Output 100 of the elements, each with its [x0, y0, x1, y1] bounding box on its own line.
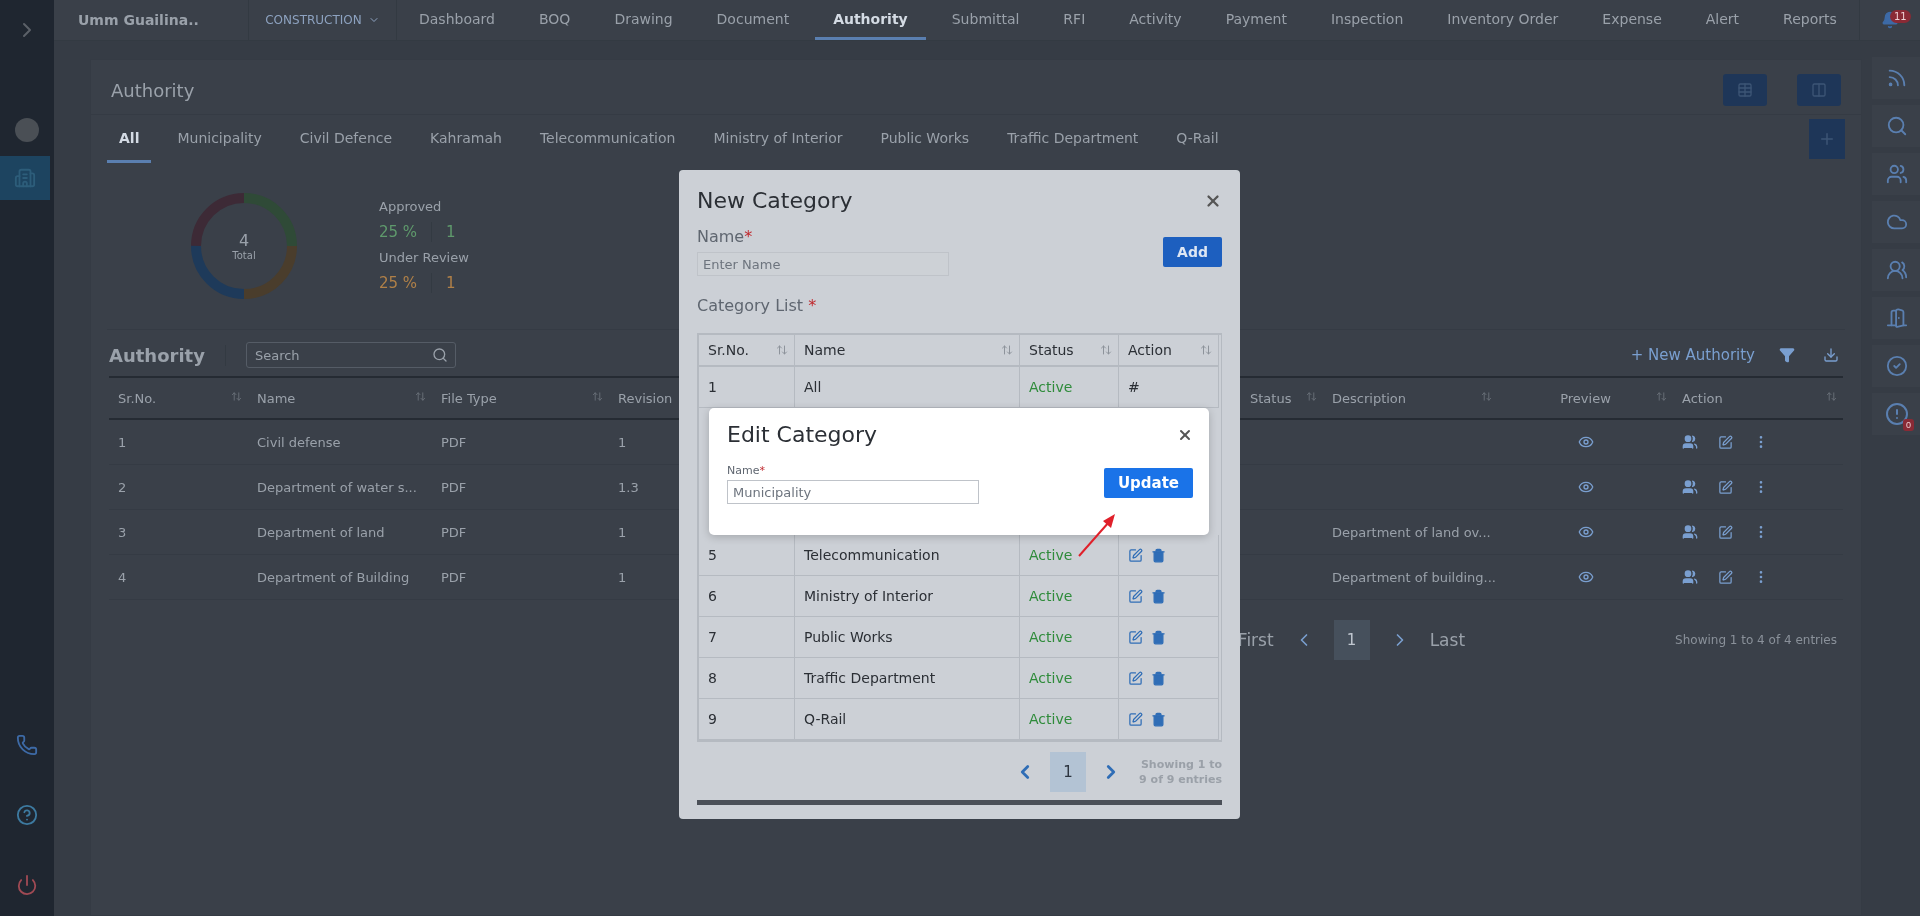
door-icon[interactable]	[1886, 307, 1908, 329]
update-button[interactable]: Update	[1103, 468, 1193, 498]
nav-tab[interactable]: Drawing	[596, 0, 691, 40]
sort-icon[interactable]	[776, 344, 788, 356]
nav-tab[interactable]: Submittal	[933, 0, 1038, 40]
sort-icon[interactable]	[592, 391, 603, 402]
column-header[interactable]: Sr.No.	[109, 376, 248, 420]
column-header[interactable]: Name	[795, 335, 1020, 367]
sort-icon[interactable]	[231, 391, 242, 402]
delete-icon[interactable]	[1151, 670, 1166, 686]
rss-icon[interactable]	[1886, 67, 1908, 89]
column-header[interactable]: Action	[1119, 335, 1219, 367]
nav-tab[interactable]: Expense	[1584, 0, 1680, 40]
table-cell: Department of land ov...	[1323, 510, 1498, 555]
edit-icon[interactable]	[1128, 547, 1143, 563]
users-icon[interactable]	[1682, 569, 1698, 585]
check-circle-icon[interactable]	[1886, 355, 1908, 377]
last-page-link[interactable]: Last	[1429, 630, 1466, 650]
column-header[interactable]: Description	[1323, 376, 1498, 420]
search-icon[interactable]	[1886, 115, 1908, 137]
power-icon[interactable]	[16, 874, 38, 896]
module-dropdown[interactable]: CONSTRUCTION	[249, 0, 397, 40]
delete-icon[interactable]	[1151, 588, 1166, 604]
category-tab[interactable]: Traffic Department	[995, 115, 1151, 163]
sort-icon[interactable]	[1826, 391, 1837, 402]
total-label: Total	[232, 250, 256, 261]
edit-icon[interactable]	[1718, 569, 1733, 585]
column-header[interactable]: Status	[1020, 335, 1119, 367]
eye-icon[interactable]	[1577, 479, 1594, 495]
edit-icon[interactable]	[1718, 524, 1733, 540]
table-cell: Department of water s...	[248, 465, 432, 510]
nav-tab[interactable]: Authority	[815, 0, 926, 40]
category-tab[interactable]: Telecommunication	[527, 115, 688, 163]
category-tab[interactable]: Municipality	[165, 115, 274, 163]
category-tab[interactable]: Public Works	[868, 115, 982, 163]
column-header[interactable]: Name	[248, 376, 432, 420]
sort-icon[interactable]	[415, 391, 426, 402]
eye-icon[interactable]	[1577, 524, 1594, 540]
edit-icon[interactable]	[1128, 588, 1143, 604]
sort-icon[interactable]	[1656, 391, 1667, 402]
edit-icon[interactable]	[1128, 670, 1143, 686]
nav-tab[interactable]: BOQ	[520, 0, 589, 40]
category-tab[interactable]: Q-Rail	[1164, 115, 1231, 163]
columns-icon	[1811, 82, 1827, 98]
edit-icon[interactable]	[1718, 479, 1733, 495]
status-text: Active	[1020, 576, 1119, 617]
delete-icon[interactable]	[1151, 547, 1166, 563]
column-header[interactable]: Sr.No.	[699, 335, 795, 367]
category-tab[interactable]: Civil Defence	[287, 115, 405, 163]
delete-icon[interactable]	[1151, 711, 1166, 727]
sort-icon[interactable]	[1200, 344, 1212, 356]
column-header[interactable]: Action	[1673, 376, 1843, 420]
page-number[interactable]: 1	[1333, 620, 1370, 660]
category-tab[interactable]: Kahramah	[418, 115, 514, 163]
users-icon[interactable]	[1682, 434, 1698, 450]
nav-tab[interactable]: Dashboard	[401, 0, 513, 40]
eye-icon[interactable]	[1577, 434, 1594, 450]
add-button[interactable]: Add	[1163, 237, 1222, 267]
sort-icon[interactable]	[1481, 391, 1492, 402]
edit-icon[interactable]	[1128, 711, 1143, 727]
notification-button[interactable]: 11	[1859, 0, 1920, 40]
phone-icon[interactable]	[16, 734, 38, 756]
table-cell: 8	[699, 658, 795, 699]
users-icon[interactable]	[1886, 163, 1908, 185]
table-cell: 5	[699, 535, 795, 576]
sort-icon[interactable]	[1001, 344, 1013, 356]
alert-button[interactable]: 0	[1872, 393, 1920, 435]
nav-tab[interactable]: RFI	[1045, 0, 1104, 40]
help-icon[interactable]	[16, 804, 38, 826]
category-tab[interactable]: Ministry of Interior	[701, 115, 855, 163]
sort-icon[interactable]	[1100, 344, 1112, 356]
nav-tab[interactable]: Reports	[1765, 0, 1855, 40]
edit-icon[interactable]	[1718, 434, 1733, 450]
total-count: 4	[238, 231, 250, 250]
users-icon[interactable]	[1682, 479, 1698, 495]
nav-tab[interactable]: Inventory Order	[1429, 0, 1577, 40]
nav-tab[interactable]: Alert	[1687, 0, 1758, 40]
nav-tab[interactable]: Document	[698, 0, 808, 40]
column-header[interactable]: Preview	[1498, 376, 1673, 420]
edit-icon[interactable]	[1128, 629, 1143, 645]
users-icon[interactable]	[1682, 524, 1698, 540]
column-header[interactable]: File Type	[432, 376, 609, 420]
search-icon[interactable]	[431, 347, 448, 363]
name-input[interactable]: Municipality	[727, 480, 979, 504]
user-group-icon[interactable]	[1886, 259, 1908, 281]
category-tab[interactable]: All	[107, 115, 152, 163]
new-authority-link[interactable]: + New Authority	[1630, 346, 1755, 364]
stat-percent: 25 %	[379, 223, 418, 241]
sort-icon[interactable]	[1306, 391, 1317, 402]
status-text: Active	[1020, 535, 1119, 576]
delete-icon[interactable]	[1151, 629, 1166, 645]
nav-tab[interactable]: Inspection	[1312, 0, 1422, 40]
search-field[interactable]: Search	[245, 342, 456, 368]
stat-percent: 25 %	[379, 274, 418, 292]
nav-tab[interactable]: Activity	[1111, 0, 1200, 40]
table-cell: 9	[699, 699, 795, 740]
nav-tab[interactable]: Payment	[1207, 0, 1305, 40]
page-number[interactable]: 1	[1050, 752, 1086, 792]
name-input[interactable]: Enter Name	[697, 252, 949, 276]
eye-icon[interactable]	[1577, 569, 1594, 585]
